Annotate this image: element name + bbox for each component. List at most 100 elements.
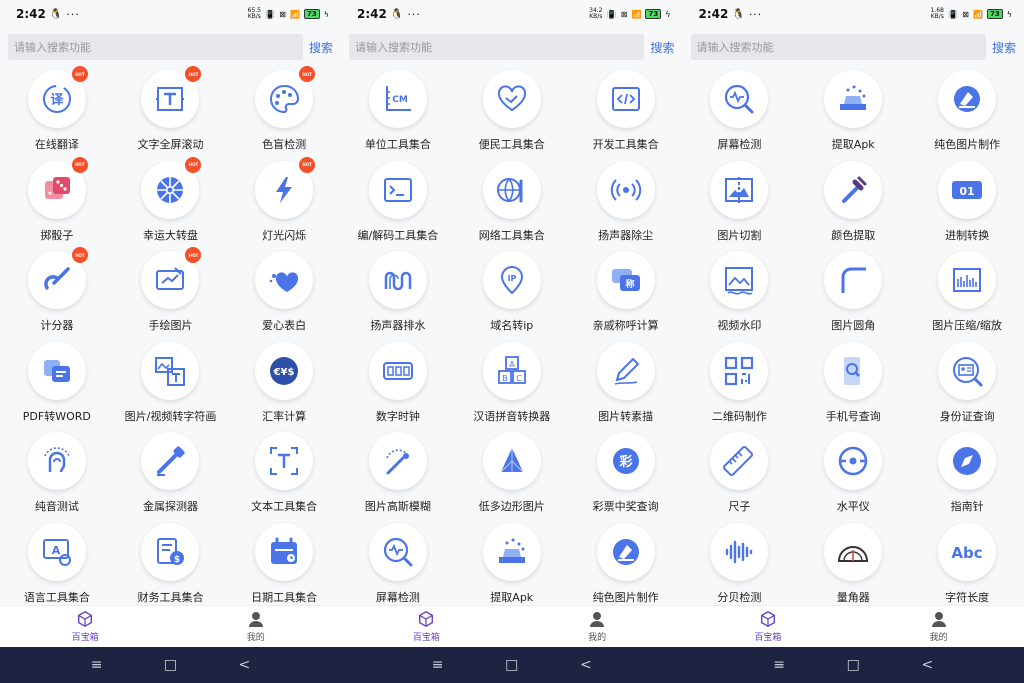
tool-item[interactable]: 视频水印 xyxy=(683,251,797,342)
tool-icon-button[interactable] xyxy=(141,432,200,490)
tool-item[interactable]: 身份证查询 xyxy=(910,341,1024,433)
menu-button[interactable]: ≡ xyxy=(91,657,103,673)
tab-toolbox[interactable]: 百宝箱 xyxy=(683,606,854,647)
tool-item[interactable]: 图片转素描 xyxy=(569,341,683,433)
tool-icon-button[interactable] xyxy=(710,432,769,490)
tool-item[interactable]: 水平仪 xyxy=(796,432,910,523)
tool-item[interactable]: HOT 掷骰子 xyxy=(0,156,114,252)
tool-icon-button[interactable] xyxy=(596,522,655,581)
tool-icon-button[interactable] xyxy=(710,522,769,581)
tool-item[interactable]: 称 亲戚称呼计算 xyxy=(569,251,683,342)
tool-icon-button[interactable] xyxy=(368,160,427,219)
home-button[interactable]: □ xyxy=(847,657,860,673)
search-input[interactable] xyxy=(349,34,645,60)
tool-item[interactable]: €¥$ 汇率计算 xyxy=(227,341,341,433)
tool-item[interactable]: 图片压缩/缩放 xyxy=(910,251,1024,342)
tool-icon-button[interactable]: 彩 xyxy=(596,432,655,490)
tool-icon-button[interactable]: €¥$ xyxy=(255,341,314,400)
tool-item[interactable]: ABC 汉语拼音转换器 xyxy=(455,341,569,433)
tool-icon-button[interactable] xyxy=(710,341,769,400)
tool-item[interactable]: 彩 彩票中奖查询 xyxy=(569,432,683,523)
menu-button[interactable]: ≡ xyxy=(432,657,444,673)
tool-item[interactable]: HOT 计分器 xyxy=(0,247,114,342)
tool-item[interactable]: HOT 文字全屏滚动 xyxy=(114,66,228,161)
tool-item[interactable]: 图片圆角 xyxy=(796,251,910,342)
search-input[interactable] xyxy=(8,34,303,60)
tool-icon-button[interactable] xyxy=(824,251,883,309)
tool-icon-button[interactable]: ABC xyxy=(482,341,541,400)
tool-icon-button[interactable] xyxy=(27,432,86,490)
tool-icon-button[interactable] xyxy=(938,341,997,400)
back-button[interactable]: < xyxy=(921,657,933,673)
tool-icon-button[interactable] xyxy=(482,160,541,219)
tool-icon-button[interactable] xyxy=(596,341,655,400)
tool-item[interactable]: 二维码制作 xyxy=(683,341,797,433)
tool-item[interactable]: Abc 字符长度 xyxy=(910,522,1024,614)
tool-icon-button[interactable] xyxy=(255,251,314,309)
tool-item[interactable]: 图片高斯模糊 xyxy=(341,432,455,523)
tool-item[interactable]: 日期工具集合 xyxy=(227,522,341,614)
tool-item[interactable]: IP 域名转ip xyxy=(455,251,569,342)
tool-item[interactable]: 纯色图片制作 xyxy=(569,522,683,614)
tool-item[interactable]: 手机号查询 xyxy=(796,341,910,433)
tool-item[interactable]: $ 财务工具集合 xyxy=(114,522,228,614)
back-button[interactable]: < xyxy=(239,657,251,673)
tool-item[interactable]: 01 进制转换 xyxy=(910,160,1024,252)
tool-icon-button[interactable] xyxy=(255,522,314,581)
tool-icon-button[interactable]: Abc xyxy=(938,522,997,581)
tool-icon-button[interactable] xyxy=(938,70,997,128)
tool-item[interactable]: 扬声器除尘 xyxy=(569,160,683,252)
tool-item[interactable]: 颜色提取 xyxy=(796,160,910,252)
tool-item[interactable]: A 语言工具集合 xyxy=(0,522,114,614)
tool-item[interactable]: 指南针 xyxy=(910,432,1024,523)
tool-item[interactable]: HOT 手绘图片 xyxy=(114,247,228,342)
tool-item[interactable]: 便民工具集合 xyxy=(455,70,569,161)
tool-item[interactable]: PDF转WORD xyxy=(0,341,114,433)
tool-icon-button[interactable] xyxy=(482,70,541,128)
menu-button[interactable]: ≡ xyxy=(773,657,785,673)
search-button[interactable]: 搜索 xyxy=(309,39,333,56)
tool-icon-button[interactable] xyxy=(824,522,883,581)
tool-item[interactable]: HOT 幸运大转盘 xyxy=(114,156,228,252)
tool-icon-button[interactable] xyxy=(141,341,200,400)
tool-icon-button[interactable]: CM xyxy=(368,70,427,128)
search-button[interactable]: 搜索 xyxy=(992,39,1016,56)
tool-item[interactable]: 屏幕检测 xyxy=(683,70,797,161)
tool-icon-button[interactable] xyxy=(368,432,427,490)
tab-toolbox[interactable]: 百宝箱 xyxy=(0,606,171,647)
tool-item[interactable]: 编/解码工具集合 xyxy=(341,160,455,252)
search-input[interactable] xyxy=(690,34,986,60)
tool-item[interactable]: 网络工具集合 xyxy=(455,160,569,252)
tool-item[interactable]: HOT 灯光闪烁 xyxy=(227,156,341,252)
tool-item[interactable]: 低多边形图片 xyxy=(455,432,569,523)
tool-item[interactable]: 纯音测试 xyxy=(0,432,114,523)
tool-icon-button[interactable]: HOT xyxy=(141,247,202,309)
tool-icon-button[interactable] xyxy=(710,251,769,309)
tool-icon-button[interactable] xyxy=(824,160,883,219)
tool-icon-button[interactable] xyxy=(824,70,883,128)
tool-icon-button[interactable] xyxy=(938,432,997,490)
tool-item[interactable]: 图片/视频转字符画 xyxy=(114,341,228,433)
tool-item[interactable]: 金属探测器 xyxy=(114,432,228,523)
tool-icon-button[interactable] xyxy=(938,251,997,309)
tool-item[interactable]: CM 单位工具集合 xyxy=(341,70,455,161)
tool-icon-button[interactable]: HOT xyxy=(141,66,202,128)
tool-item[interactable]: 提取Apk xyxy=(796,70,910,161)
tool-item[interactable]: 量角器 xyxy=(796,522,910,614)
tool-item[interactable]: 纯色图片制作 xyxy=(910,70,1024,161)
tool-icon-button[interactable] xyxy=(596,160,655,219)
tool-item[interactable]: 图片切割 xyxy=(683,160,797,252)
tool-item[interactable]: 开发工具集合 xyxy=(569,70,683,161)
tool-icon-button[interactable]: HOT xyxy=(255,66,316,128)
back-button[interactable]: < xyxy=(580,657,592,673)
tool-icon-button[interactable]: HOT xyxy=(255,156,316,219)
home-button[interactable]: □ xyxy=(164,657,177,673)
tool-item[interactable]: 尺子 xyxy=(683,432,797,523)
tool-icon-button[interactable] xyxy=(710,70,769,128)
tool-icon-button[interactable]: A xyxy=(27,522,86,581)
tab-mine[interactable]: 我的 xyxy=(853,606,1024,647)
tool-item[interactable]: 分贝检测 xyxy=(683,522,797,614)
tool-icon-button[interactable]: IP xyxy=(482,251,541,309)
tool-icon-button[interactable] xyxy=(596,70,655,128)
tool-item[interactable]: 扬声器排水 xyxy=(341,251,455,342)
